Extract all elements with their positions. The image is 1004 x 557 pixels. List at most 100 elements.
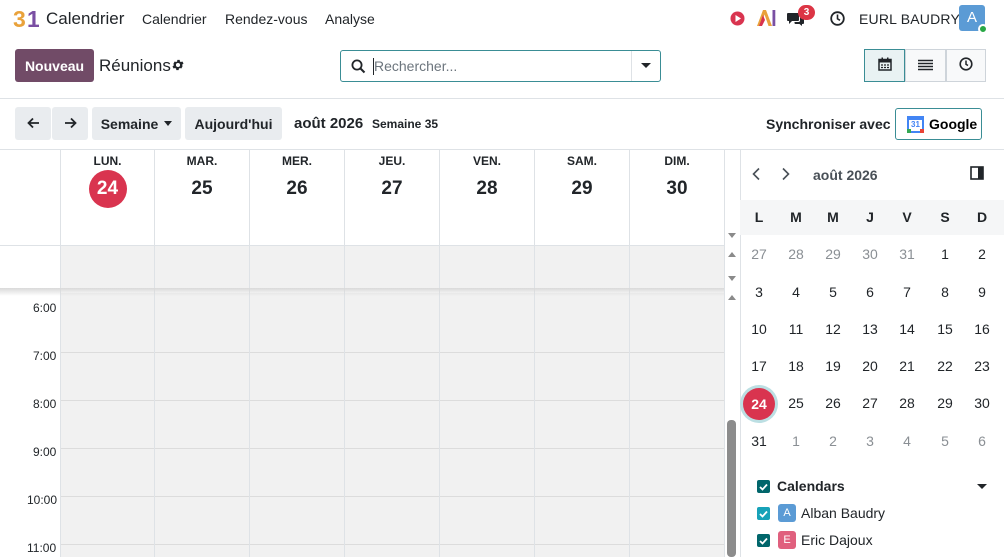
mini-day[interactable]: 4 [895, 433, 919, 449]
mini-day[interactable]: 11 [784, 321, 808, 337]
mini-day[interactable]: 28 [784, 246, 808, 262]
day-header-mon[interactable]: LUN. 24 [61, 149, 154, 245]
mini-day[interactable]: 20 [858, 358, 882, 374]
mini-week-row: 10 11 12 13 14 15 16 [740, 312, 1000, 349]
hour-line [61, 496, 724, 497]
list-view-button[interactable] [905, 49, 946, 82]
mini-today[interactable]: 24 [743, 388, 775, 420]
svg-text:1: 1 [27, 6, 39, 30]
mini-day[interactable]: 6 [970, 433, 994, 449]
mini-day[interactable]: 30 [970, 395, 994, 411]
mini-day[interactable]: 31 [895, 246, 919, 262]
mini-day[interactable]: 8 [933, 284, 957, 300]
next-button[interactable] [52, 107, 88, 140]
mini-prev-icon[interactable] [751, 167, 761, 184]
mini-day[interactable]: 30 [858, 246, 882, 262]
day-header-tue[interactable]: MAR. 25 [155, 149, 249, 245]
calendar-app-logo-icon[interactable]: 3 1 [13, 6, 40, 32]
mini-day[interactable]: 21 [895, 358, 919, 374]
mini-day[interactable]: 31 [747, 433, 771, 449]
mini-day[interactable]: 17 [747, 358, 771, 374]
mini-next-icon[interactable] [781, 167, 791, 184]
calendar-view-button[interactable] [864, 49, 905, 82]
mini-day[interactable]: 13 [858, 321, 882, 337]
day-of-week: LUN. [93, 154, 122, 168]
day-header-fri[interactable]: VEN. 28 [440, 149, 534, 245]
mini-day[interactable]: 15 [933, 321, 957, 337]
mini-day[interactable]: 27 [858, 395, 882, 411]
mini-day[interactable]: 23 [970, 358, 994, 374]
calendars-section-title[interactable]: Calendars [777, 478, 845, 494]
activity-view-button[interactable] [946, 49, 986, 82]
day-of-week: SAM. [567, 154, 597, 168]
grid-scroll-up-icon[interactable] [728, 295, 736, 300]
menu-analyse[interactable]: Analyse [325, 11, 375, 27]
search-input[interactable] [374, 55, 629, 77]
menu-rendez-vous[interactable]: Rendez-vous [225, 11, 308, 27]
mini-day[interactable]: 10 [747, 321, 771, 337]
calendars-checkbox[interactable] [757, 480, 770, 493]
allday-scroll-down-icon[interactable] [728, 276, 736, 281]
previous-button[interactable] [15, 107, 51, 140]
mini-day[interactable]: 28 [895, 395, 919, 411]
menu-calendrier[interactable]: Calendrier [142, 11, 207, 27]
alban-name[interactable]: Alban Baudry [801, 505, 885, 521]
hour-line [61, 352, 724, 353]
user-avatar[interactable]: A [959, 5, 988, 34]
day-header-thu[interactable]: JEU. 27 [345, 149, 439, 245]
scale-dropdown[interactable]: Semaine [92, 107, 181, 140]
mini-calendar-title: août 2026 [813, 167, 878, 183]
mini-day[interactable]: 1 [933, 246, 957, 262]
mini-day[interactable]: 3 [858, 433, 882, 449]
mini-day[interactable]: 6 [858, 284, 882, 300]
all-day-row[interactable] [61, 245, 724, 288]
google-sync-button[interactable]: 31 Google [895, 108, 982, 140]
mini-weekday: L [754, 209, 764, 225]
mini-day[interactable]: 26 [821, 395, 845, 411]
mini-day[interactable]: 12 [821, 321, 845, 337]
mini-day[interactable]: 25 [784, 395, 808, 411]
mini-day[interactable]: 29 [933, 395, 957, 411]
caret-down-icon[interactable] [977, 484, 987, 489]
mini-weekday: S [940, 209, 950, 225]
hour-label: 7:00 [33, 349, 57, 363]
ai-icon[interactable] [756, 9, 776, 30]
toggle-sidebar-icon[interactable] [970, 166, 984, 183]
clock-icon[interactable] [830, 11, 845, 29]
record-icon[interactable] [730, 11, 745, 29]
mini-day[interactable]: 19 [821, 358, 845, 374]
eric-name[interactable]: Eric Dajoux [801, 532, 873, 548]
mini-day[interactable]: 5 [821, 284, 845, 300]
search-options-toggle-icon[interactable] [641, 63, 651, 68]
mini-day[interactable]: 29 [821, 246, 845, 262]
day-header-sun[interactable]: DIM. 30 [630, 149, 724, 245]
mini-day[interactable]: 1 [784, 433, 808, 449]
app-name[interactable]: Calendrier [46, 9, 124, 29]
day-header-sat[interactable]: SAM. 29 [535, 149, 629, 245]
mini-day[interactable]: 14 [895, 321, 919, 337]
allday-scroll-up-icon[interactable] [728, 252, 736, 257]
mini-day[interactable]: 5 [933, 433, 957, 449]
header-scroll-down-icon[interactable] [728, 233, 736, 238]
time-grid[interactable] [61, 293, 724, 557]
mini-day[interactable]: 22 [933, 358, 957, 374]
hour-label: 8:00 [33, 397, 57, 411]
mini-day[interactable]: 16 [970, 321, 994, 337]
day-header-wed[interactable]: MER. 26 [250, 149, 344, 245]
mini-day[interactable]: 9 [970, 284, 994, 300]
grid-scrollbar-thumb[interactable] [727, 420, 736, 557]
mini-day[interactable]: 18 [784, 358, 808, 374]
new-button[interactable]: Nouveau [15, 49, 94, 82]
mini-day[interactable]: 2 [821, 433, 845, 449]
mini-day[interactable]: 27 [747, 246, 771, 262]
gear-icon[interactable] [171, 58, 185, 75]
eric-checkbox[interactable] [757, 534, 770, 547]
scale-label: Semaine [100, 115, 159, 132]
alban-checkbox[interactable] [757, 507, 770, 520]
today-button[interactable]: Aujourd'hui [185, 107, 282, 140]
mini-day[interactable]: 4 [784, 284, 808, 300]
company-switcher[interactable]: EURL BAUDRY [859, 11, 960, 27]
mini-day[interactable]: 3 [747, 284, 771, 300]
mini-day[interactable]: 2 [970, 246, 994, 262]
mini-day[interactable]: 7 [895, 284, 919, 300]
